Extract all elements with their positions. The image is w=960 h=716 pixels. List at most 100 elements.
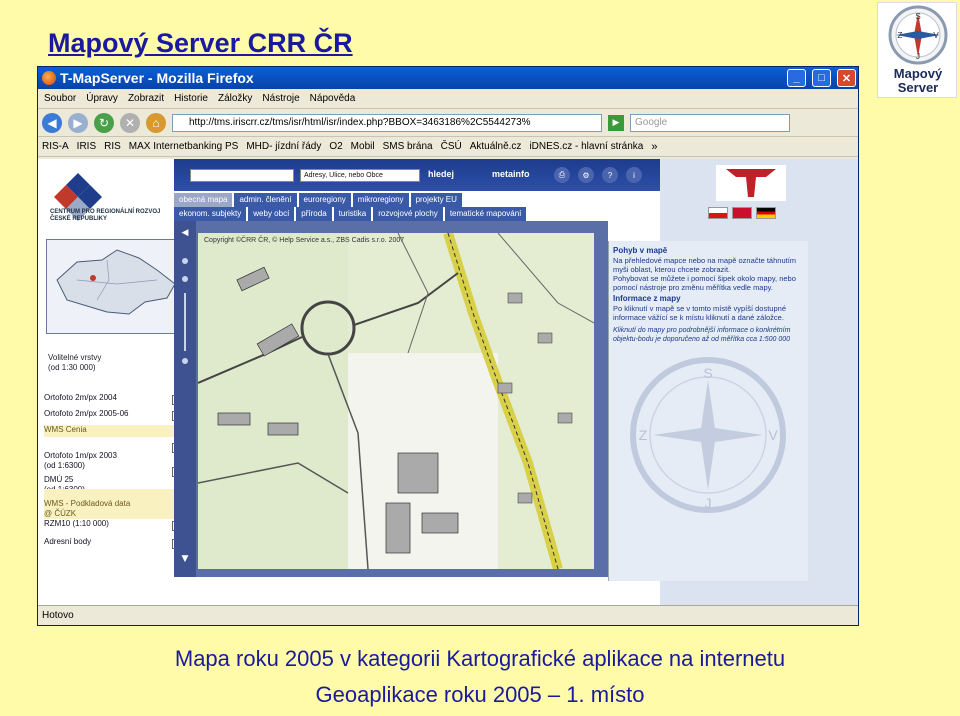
tab-row-2: ekonom. subjekty weby obcí příroda turis… xyxy=(174,207,527,221)
tab-ekonom-subjekty[interactable]: ekonom. subjekty xyxy=(174,207,247,221)
bookmark-max[interactable]: MAX Internetbanking PS xyxy=(129,141,239,152)
compass-letter-v: V xyxy=(768,427,778,443)
mapovy-server-logo: S V J Z Mapový Server xyxy=(877,2,957,98)
menu-historie[interactable]: Historie xyxy=(174,93,208,104)
minimize-button[interactable]: _ xyxy=(787,69,806,87)
bookmark-csu[interactable]: ČSÚ xyxy=(441,141,462,152)
tab-mikroregiony[interactable]: mikroregiony xyxy=(352,193,409,207)
tab-priroda[interactable]: příroda xyxy=(296,207,332,221)
place-search-input[interactable] xyxy=(190,169,294,182)
menu-zalozky[interactable]: Záložky xyxy=(218,93,252,104)
tab-projekty-eu[interactable]: projekty EU xyxy=(410,193,462,207)
bookmark-ris[interactable]: RIS xyxy=(104,141,121,152)
compass-letter-z: Z xyxy=(639,427,648,443)
map-canvas[interactable]: Copyright ©ČRR ČR, © Help Service a.s., … xyxy=(198,233,594,569)
tab-admin-cleneni[interactable]: admin. členění xyxy=(234,193,297,207)
stop-icon[interactable]: ✕ xyxy=(120,112,140,133)
layer-label: Ortofoto 2m/px 2005-06 xyxy=(44,409,129,418)
layers-heading: Volitelné vrstvy (od 1:30 000) xyxy=(48,353,102,372)
reload-icon[interactable]: ↻ xyxy=(94,112,114,133)
layer-ortofoto-2004[interactable]: Ortofoto 2m/px 2004 xyxy=(44,393,184,405)
search-input[interactable]: Google xyxy=(630,113,790,132)
bookmark-sms[interactable]: SMS brána xyxy=(383,141,433,152)
layer-rzm10[interactable]: RZM10 (1:10 000)✓ xyxy=(44,519,184,531)
overview-minimap[interactable] xyxy=(46,239,186,334)
firefox-window: T-MapServer - Mozilla Firefox _ □ ✕ Soub… xyxy=(37,66,859,626)
info-heading-informace: Informace z mapy xyxy=(613,294,681,303)
flag-en-icon[interactable] xyxy=(732,207,752,219)
layer-label: WMS Cenia xyxy=(44,425,87,434)
compass-logo-icon: S V J Z xyxy=(888,5,948,65)
left-panel: CENTRUM PRO REGIONÁLNÍ ROZVOJ ČESKÉ REPU… xyxy=(38,159,188,605)
menu-zobrazit[interactable]: Zobrazit xyxy=(128,93,164,104)
t-mapy-logo-icon xyxy=(716,165,786,201)
status-bar: Hotovo xyxy=(38,605,858,625)
layer-wms-cuzk[interactable]: WMS - Podkladová data @ ČÚZK xyxy=(44,489,184,519)
close-button[interactable]: ✕ xyxy=(837,69,856,87)
caption-line-1: Mapa roku 2005 v kategorii Kartografické… xyxy=(174,646,786,671)
crr-logo-icon xyxy=(54,173,102,221)
slide-title: Mapový Server CRR ČR xyxy=(48,28,353,58)
svg-text:▼: ▼ xyxy=(182,554,189,564)
menu-napoveda[interactable]: Nápověda xyxy=(310,93,356,104)
layer-ortofoto-2005[interactable]: Ortofoto 2m/px 2005-06 xyxy=(44,409,184,421)
maximize-button[interactable]: □ xyxy=(812,69,831,87)
map-frame: ◀ ▼ Copyright ©ČRR ČR, © Help Service a.… xyxy=(174,221,608,577)
help-icon[interactable]: ? xyxy=(602,167,618,183)
info-icon[interactable]: i xyxy=(626,167,642,183)
search-button[interactable]: hledej xyxy=(428,169,454,179)
layer-adresni-body[interactable]: Adresní body xyxy=(44,537,184,549)
flag-de-icon[interactable] xyxy=(756,207,776,219)
map-bottom-bar xyxy=(174,577,608,605)
bookmarks-more[interactable]: » xyxy=(651,141,657,153)
flag-cz-icon[interactable] xyxy=(708,207,728,219)
info-text-3: Po kliknutí v mapě se v tomto místě vypí… xyxy=(613,304,786,322)
menu-nastroje[interactable]: Nástroje xyxy=(262,93,299,104)
bookmark-mhd[interactable]: MHD- jízdní řády xyxy=(246,141,321,152)
layer-label: Adresní body xyxy=(44,537,92,546)
settings-icon[interactable]: ⚙ xyxy=(578,167,594,183)
tab-obecna-mapa[interactable]: obecná mapa xyxy=(174,193,233,207)
home-icon[interactable]: ⌂ xyxy=(146,112,166,133)
layer-wms-cenia[interactable]: WMS Cenia xyxy=(44,425,184,437)
tab-tematicke-mapovani[interactable]: tematické mapování xyxy=(444,207,527,221)
layer-label: WMS - Podkladová data @ ČÚZK xyxy=(44,499,131,518)
tab-weby-obci[interactable]: weby obcí xyxy=(248,207,295,221)
bookmark-iris[interactable]: IRIS xyxy=(77,141,96,152)
svg-text:◀: ◀ xyxy=(182,228,189,238)
svg-text:J: J xyxy=(916,52,920,61)
go-icon[interactable]: ▶ xyxy=(608,114,624,131)
bookmarks-toolbar: RIS-A IRIS RIS MAX Internetbanking PS MH… xyxy=(38,137,858,157)
bookmark-o2[interactable]: O2 xyxy=(329,141,342,152)
address-bar[interactable]: http://tms.iriscrr.cz/tms/isr/html/isr/i… xyxy=(172,113,602,132)
svg-text:Z: Z xyxy=(898,31,903,40)
metainfo-button[interactable]: metainfo xyxy=(492,169,530,179)
menu-soubor[interactable]: Soubor xyxy=(44,93,76,104)
info-text-1: Na přehledové mapce nebo na mapě označte… xyxy=(613,256,797,274)
window-titlebar: T-MapServer - Mozilla Firefox _ □ ✕ xyxy=(38,67,858,89)
bookmark-idnes[interactable]: iDNES.cz - hlavní stránka xyxy=(529,141,643,152)
logo-line2: Server xyxy=(897,80,939,95)
tab-euroregiony[interactable]: euroregiony xyxy=(298,193,351,207)
back-icon[interactable]: ◀ xyxy=(42,112,62,133)
tab-rozvojove-plochy[interactable]: rozvojové plochy xyxy=(373,207,443,221)
zoom-toolbar: ◀ ▼ xyxy=(174,221,196,577)
search-type-select[interactable]: Adresy, Ulice, nebo Obce xyxy=(300,169,420,182)
compass-letter-j: J xyxy=(705,495,712,511)
search-header: Adresy, Ulice, nebo Obce hledej metainfo… xyxy=(174,159,660,191)
tab-row-1: obecná mapa admin. členění euroregiony m… xyxy=(174,193,462,207)
bookmark-mobil[interactable]: Mobil xyxy=(351,141,375,152)
page-content: CENTRUM PRO REGIONÁLNÍ ROZVOJ ČESKÉ REPU… xyxy=(38,159,858,605)
info-heading-pohyb: Pohyb v mapě xyxy=(613,246,668,255)
menu-upravy[interactable]: Úpravy xyxy=(86,93,118,104)
menu-bar: Soubor Úpravy Zobrazit Historie Záložky … xyxy=(38,89,858,109)
forward-icon[interactable]: ▶ xyxy=(68,112,88,133)
svg-text:S: S xyxy=(915,12,920,21)
bookmark-aktualne[interactable]: Aktuálně.cz xyxy=(470,141,522,152)
tab-turistika[interactable]: turistika xyxy=(333,207,372,221)
svg-text:V: V xyxy=(933,31,939,40)
bookmark-ris-a[interactable]: RIS-A xyxy=(42,141,69,152)
org-name: CENTRUM PRO REGIONÁLNÍ ROZVOJ ČESKÉ REPU… xyxy=(50,209,161,222)
print-icon[interactable]: ⎙ xyxy=(554,167,570,183)
window-title: T-MapServer - Mozilla Firefox xyxy=(60,70,254,86)
